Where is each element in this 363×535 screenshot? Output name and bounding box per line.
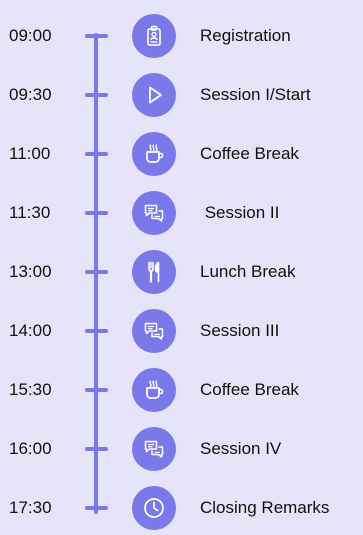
schedule-time: 17:30 — [9, 498, 52, 517]
schedule-row: 16:00 Session IV — [0, 424, 363, 474]
coffee-cup-icon — [132, 132, 176, 176]
chat-bubbles-icon — [132, 309, 176, 353]
schedule-time: 13:00 — [9, 262, 52, 281]
chat-bubbles-icon — [132, 427, 176, 471]
schedule-time: 11:00 — [9, 144, 51, 163]
schedule-label: Coffee Break — [200, 144, 299, 163]
schedule-row: 15:30 Coffee Break — [0, 365, 363, 415]
schedule-row: 13:00 Lunch Break — [0, 247, 363, 297]
chat-bubbles-icon — [132, 191, 176, 235]
schedule-time: 14:00 — [9, 321, 52, 340]
schedule-label: Session I/Start — [200, 85, 311, 104]
schedule-label: Session II — [200, 203, 280, 222]
schedule-label: Session III — [200, 321, 280, 340]
schedule-label: Coffee Break — [200, 380, 299, 399]
schedule-time: 15:30 — [9, 380, 52, 399]
schedule-time: 09:30 — [9, 85, 52, 104]
id-badge-icon — [132, 14, 176, 58]
schedule-row: 09:00 Registration — [0, 11, 363, 61]
schedule-label: Session IV — [200, 439, 282, 458]
schedule-row: 11:00 Coffee Break — [0, 129, 363, 179]
schedule-row: 17:30 Closing Remarks — [0, 483, 363, 533]
schedule-row: 09:30 Session I/Start — [0, 70, 363, 120]
schedule-label: Lunch Break — [200, 262, 296, 281]
schedule-time: 11:30 — [9, 203, 51, 222]
coffee-cup-icon — [132, 368, 176, 412]
fork-knife-icon — [132, 250, 176, 294]
schedule-time: 09:00 — [9, 26, 52, 45]
play-icon — [132, 73, 176, 117]
schedule-label: Closing Remarks — [200, 498, 330, 517]
schedule-row: 11:30 Session II — [0, 188, 363, 238]
schedule-row: 14:00 Session III — [0, 306, 363, 356]
clock-icon — [132, 486, 176, 530]
schedule-label: Registration — [200, 26, 291, 45]
schedule-time: 16:00 — [9, 439, 52, 458]
